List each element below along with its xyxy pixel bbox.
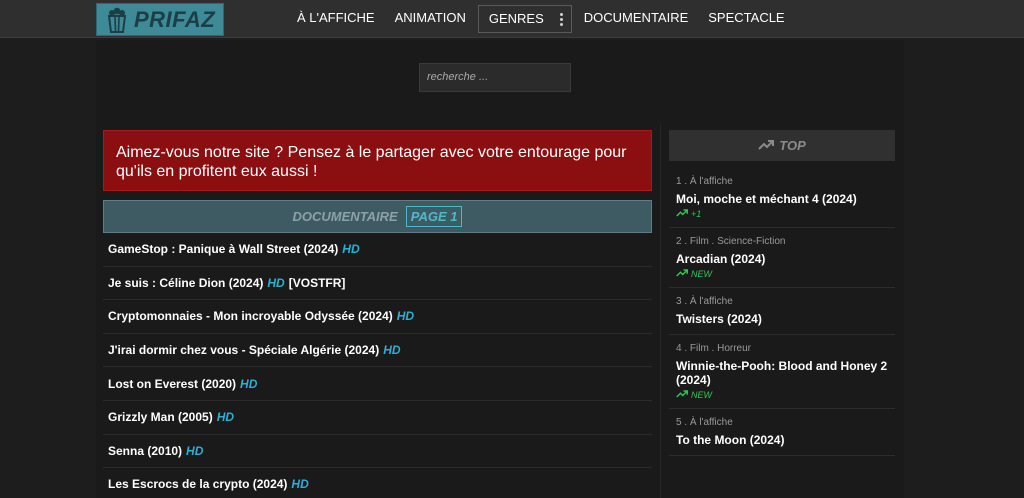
top-item[interactable]: 3 . À l'affiche Twisters (2024) [669, 288, 895, 335]
list-item[interactable]: Je suis : Céline Dion (2024) HD [VOSTFR] [103, 267, 652, 301]
top-item-trend: +1 [676, 209, 888, 219]
trending-up-icon [758, 138, 775, 153]
more-vertical-icon [559, 12, 563, 26]
main-nav: À L'AFFICHE ANIMATION GENRES DOCUMENTAIR… [287, 0, 795, 38]
film-title: Je suis : Céline Dion (2024) [108, 275, 264, 290]
list-item[interactable]: Les Escrocs de la crypto (2024) HD [103, 468, 652, 498]
quality-badge: HD [240, 376, 258, 391]
top-item[interactable]: 5 . À l'affiche To the Moon (2024) [669, 409, 895, 456]
quality-badge: HD [267, 275, 285, 290]
top-item-meta: 4 . Film . Horreur [676, 343, 752, 354]
page-badge: PAGE 1 [405, 206, 463, 227]
top-item-title: Winnie-the-Pooh: Blood and Honey 2 (2024… [676, 359, 888, 387]
top-item-meta: 5 . À l'affiche [676, 417, 733, 428]
list-item[interactable]: Grizzly Man (2005) HD [103, 401, 652, 435]
film-title: Cryptomonnaies - Mon incroyable Odyssée … [108, 309, 393, 324]
film-title: GameStop : Panique à Wall Street (2024) [108, 242, 339, 257]
search-input[interactable]: recherche ... [419, 63, 571, 92]
top-item-meta: 3 . À l'affiche [676, 296, 733, 307]
trending-up-icon [676, 269, 688, 279]
nav-item-genres-label: GENRES [488, 11, 544, 26]
film-title: Les Escrocs de la crypto (2024) [108, 477, 288, 492]
top-item-trend: NEW [676, 269, 888, 279]
nav-item-animation[interactable]: ANIMATION [385, 0, 476, 38]
trending-up-icon [676, 390, 688, 400]
top-item[interactable]: 4 . Film . Horreur Winnie-the-Pooh: Bloo… [669, 335, 895, 409]
film-title: J'irai dormir chez vous - Spéciale Algér… [108, 343, 380, 358]
language-tag: [VOSTFR] [288, 275, 346, 290]
section-header: DOCUMENTAIRE PAGE 1 [103, 200, 652, 233]
film-list: GameStop : Panique à Wall Street (2024) … [103, 233, 652, 498]
nav-item-spectacle[interactable]: SPECTACLE [698, 0, 794, 38]
top-item-title: Twisters (2024) [676, 312, 762, 326]
top-item[interactable]: 1 . À l'affiche Moi, moche et méchant 4 … [669, 168, 895, 228]
logo-text: PRIFAZ [134, 6, 216, 32]
share-banner: Aimez-vous notre site ? Pensez à le part… [103, 130, 652, 191]
list-item[interactable]: GameStop : Panique à Wall Street (2024) … [103, 233, 652, 267]
top-navbar: PRIFAZ À L'AFFICHE ANIMATION GENRES DOCU… [0, 0, 1024, 38]
quality-badge: HD [396, 309, 415, 324]
section-title: DOCUMENTAIRE [292, 209, 398, 224]
list-item[interactable]: Senna (2010) HD [103, 435, 652, 469]
film-title: Senna (2010) [108, 443, 183, 458]
top-title: TOP [779, 138, 806, 153]
top-item-trend: NEW [676, 390, 888, 400]
nav-item-genres[interactable]: GENRES [477, 5, 572, 33]
top-item-title: To the Moon (2024) [676, 433, 785, 447]
trending-up-icon [676, 209, 688, 219]
nav-item-affiche[interactable]: À L'AFFICHE [287, 0, 385, 38]
trend-label: NEW [691, 269, 712, 279]
column-divider [660, 124, 661, 498]
popcorn-icon [104, 6, 130, 34]
quality-badge: HD [383, 343, 401, 358]
top-list: 1 . À l'affiche Moi, moche et méchant 4 … [669, 168, 895, 456]
site-logo[interactable]: PRIFAZ [96, 3, 224, 36]
film-title: Grizzly Man (2005) [108, 410, 213, 425]
quality-badge: HD [291, 477, 309, 492]
quality-badge: HD [186, 443, 204, 458]
top-item-title: Arcadian (2024) [676, 252, 766, 266]
top-item-title: Moi, moche et méchant 4 (2024) [676, 192, 857, 206]
top-header: TOP [669, 130, 895, 161]
list-item[interactable]: Lost on Everest (2020) HD [103, 367, 652, 401]
top-item-meta: 1 . À l'affiche [676, 176, 733, 187]
list-item[interactable]: J'irai dormir chez vous - Spéciale Algér… [103, 334, 652, 368]
trend-label: NEW [691, 390, 712, 400]
top-item-meta: 2 . Film . Science-Fiction [676, 236, 786, 247]
top-item[interactable]: 2 . Film . Science-Fiction Arcadian (202… [669, 228, 895, 288]
nav-item-documentaire[interactable]: DOCUMENTAIRE [574, 0, 698, 38]
quality-badge: HD [216, 410, 235, 425]
quality-badge: HD [342, 242, 360, 257]
list-item[interactable]: Cryptomonnaies - Mon incroyable Odyssée … [103, 300, 652, 334]
film-title: Lost on Everest (2020) [108, 376, 237, 391]
trend-label: +1 [691, 209, 702, 219]
